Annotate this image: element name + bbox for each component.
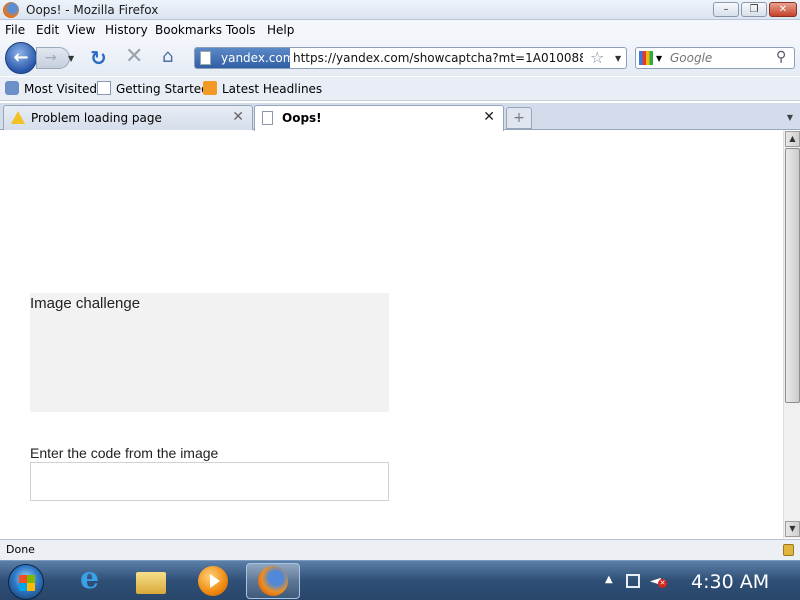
network-icon[interactable] xyxy=(626,574,640,588)
search-input[interactable] xyxy=(670,48,770,68)
tab-oops[interactable]: Oops! ✕ xyxy=(254,105,504,131)
title-bar: Oops! - Mozilla Firefox – ❐ ✕ xyxy=(0,0,800,20)
stop-icon[interactable]: ✕ xyxy=(125,46,143,68)
firefox-logo-icon xyxy=(3,2,19,18)
rss-feed-icon xyxy=(203,81,217,95)
status-text: Done xyxy=(6,543,35,556)
close-window-button[interactable]: ✕ xyxy=(769,2,797,17)
menu-file[interactable]: File xyxy=(5,23,25,37)
reload-icon[interactable]: ↻ xyxy=(90,48,107,68)
menu-view[interactable]: View xyxy=(67,23,95,37)
bookmarks-toolbar: Most Visited Getting Started Latest Head… xyxy=(0,77,800,101)
site-identity-button[interactable]: yandex.com xyxy=(195,48,294,68)
show-hidden-icons-icon[interactable]: ▲ xyxy=(605,574,613,585)
menu-history[interactable]: History xyxy=(105,23,148,37)
tab-label: Problem loading page xyxy=(31,111,162,125)
start-button[interactable] xyxy=(8,564,44,600)
bookmark-label: Getting Started xyxy=(116,82,209,96)
new-tab-button[interactable]: + xyxy=(506,107,532,129)
bookmark-star-icon[interactable]: ☆ xyxy=(590,48,604,68)
forward-button[interactable]: → xyxy=(36,47,70,69)
vertical-scrollbar[interactable]: ▲ ▼ xyxy=(783,131,800,538)
engine-dropdown-icon[interactable]: ▼ xyxy=(656,54,662,63)
back-button[interactable]: ← xyxy=(5,42,37,74)
scroll-down-arrow-icon[interactable]: ▼ xyxy=(785,521,800,537)
home-icon[interactable]: ⌂ xyxy=(162,47,173,67)
close-tab-icon[interactable]: ✕ xyxy=(232,109,244,125)
bookmark-latest-headlines[interactable]: Latest Headlines xyxy=(203,81,322,97)
media-player-icon[interactable] xyxy=(195,565,231,597)
tab-problem-loading[interactable]: Problem loading page ✕ xyxy=(3,105,253,130)
system-clock[interactable]: 4:30 AM xyxy=(691,571,769,593)
menu-tools[interactable]: Tools xyxy=(226,23,256,37)
warning-icon xyxy=(11,111,25,124)
tab-strip: Problem loading page ✕ Oops! ✕ + ▼ xyxy=(0,103,800,131)
lock-icon[interactable] xyxy=(783,544,794,556)
scroll-up-arrow-icon[interactable]: ▲ xyxy=(785,131,800,147)
menu-help[interactable]: Help xyxy=(267,23,294,37)
mute-icon: ✕ xyxy=(658,579,667,588)
bookmark-getting-started[interactable]: Getting Started xyxy=(97,81,209,97)
url-bar[interactable]: yandex.com https://yandex.com/showcaptch… xyxy=(194,47,627,69)
identity-domain: yandex.com xyxy=(221,51,295,65)
image-challenge-box: Image challenge xyxy=(30,293,389,412)
menu-bookmarks[interactable]: Bookmarks xyxy=(155,23,222,37)
bookmark-label: Most Visited xyxy=(24,82,98,96)
page-content: Image challenge Enter the code from the … xyxy=(0,131,783,538)
menu-edit[interactable]: Edit xyxy=(36,23,59,37)
file-explorer-icon[interactable] xyxy=(133,565,169,597)
history-dropdown-icon[interactable]: ▼ xyxy=(68,54,74,63)
firefox-taskbar-button[interactable] xyxy=(246,563,300,599)
search-bar[interactable]: ▼ ⚲ xyxy=(635,47,795,69)
navigation-toolbar: ← → ▼ ↻ ✕ ⌂ yandex.com https://yandex.co… xyxy=(0,40,800,76)
maximize-button[interactable]: ❐ xyxy=(741,2,767,17)
close-tab-icon[interactable]: ✕ xyxy=(483,109,495,125)
google-engine-icon[interactable] xyxy=(639,51,653,65)
smart-folder-icon xyxy=(5,81,19,95)
status-bar: Done xyxy=(0,539,800,560)
window-title: Oops! - Mozilla Firefox xyxy=(26,3,159,17)
captcha-code-input[interactable] xyxy=(30,462,389,501)
url-dropdown-icon[interactable]: ▼ xyxy=(615,54,621,63)
minimize-button[interactable]: – xyxy=(713,2,739,17)
scroll-thumb[interactable] xyxy=(785,148,800,403)
page-icon xyxy=(97,81,111,95)
bookmark-label: Latest Headlines xyxy=(222,82,323,96)
challenge-title: Image challenge xyxy=(30,295,141,312)
taskbar: ▲ ◄ ✕ 4:30 AM xyxy=(0,560,800,600)
menu-bar: File Edit View History Bookmarks Tools H… xyxy=(0,20,800,40)
tab-label: Oops! xyxy=(282,111,322,125)
windows-logo-icon xyxy=(19,575,35,591)
url-text[interactable]: https://yandex.com/showcaptcha?mt=1A0100… xyxy=(293,51,583,65)
page-icon xyxy=(262,111,273,125)
search-icon[interactable]: ⚲ xyxy=(776,49,786,65)
page-icon xyxy=(200,51,211,65)
all-tabs-dropdown-icon[interactable]: ▼ xyxy=(782,107,798,129)
code-label: Enter the code from the image xyxy=(30,445,219,461)
bookmark-most-visited[interactable]: Most Visited xyxy=(5,81,97,97)
internet-explorer-icon[interactable] xyxy=(72,561,108,597)
